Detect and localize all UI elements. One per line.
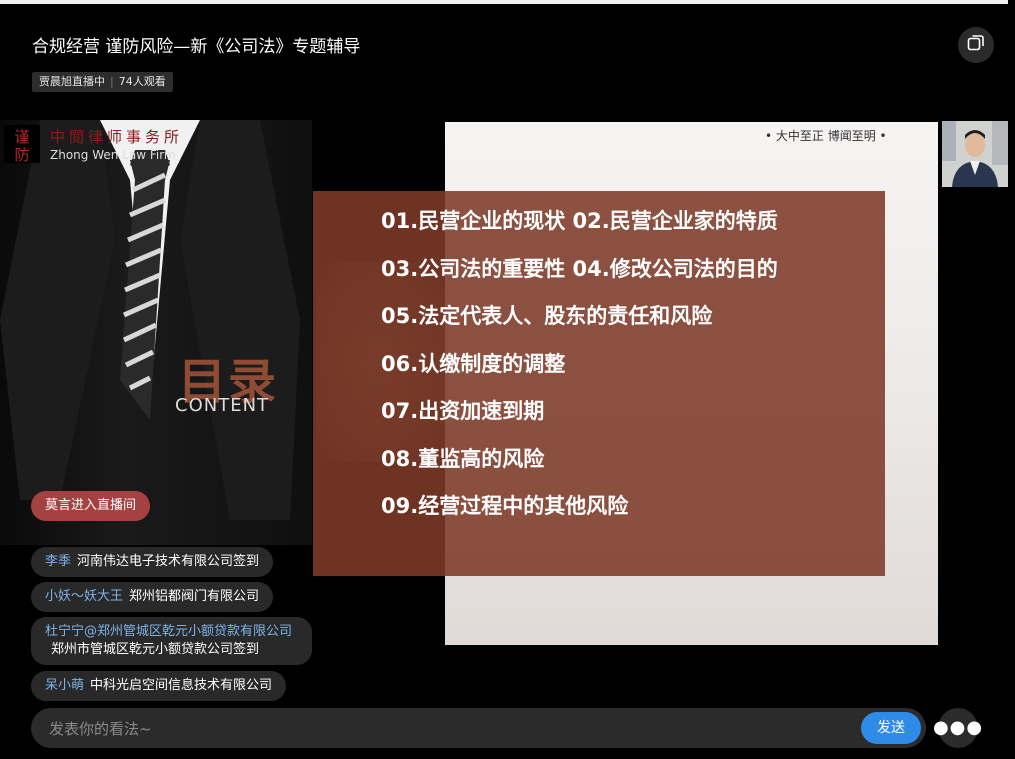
chat-username[interactable]: 呆小萌: [45, 678, 84, 693]
chat-username[interactable]: 李季: [45, 554, 71, 569]
chat-message: 杜宁宁@郑州管城区乾元小额贷款有限公司 郑州市管城区乾元小额贷款公司签到: [31, 617, 313, 665]
comment-bar: 发送: [31, 708, 926, 750]
slide-left-panel: 谨 防 中閲律师事务所 Zhong Wen Law Firm 目录 CONTEN…: [0, 120, 312, 545]
table-of-contents: 01.民营企业的现状 02.民营企业家的特质 03.公司法的重要性 04.修改公…: [313, 191, 885, 576]
chat-message: 小妖～妖大王 郑州铝都阀门有限公司: [31, 582, 274, 612]
enter-room-notice: 莫言进入直播间: [31, 491, 151, 521]
chat-text: 郑州铝都阀门有限公司: [129, 589, 260, 604]
badge-separator: |: [110, 75, 114, 88]
more-dots-icon: ●●●: [932, 717, 984, 738]
law-firm-logo: 谨 防: [4, 125, 40, 164]
toc-item: 06.认缴制度的调整: [381, 352, 566, 376]
comment-input[interactable]: [47, 708, 851, 750]
slide-slogan: • 大中至正 博闻至明 •: [765, 129, 887, 143]
picture-in-picture-button[interactable]: [958, 27, 994, 63]
picture-in-picture-icon: [967, 34, 985, 56]
toc-item: 08.董监高的风险: [381, 447, 545, 471]
viewer-count: 74人观看: [118, 75, 166, 88]
chat-message: 李季 河南伟达电子技术有限公司签到: [31, 547, 274, 577]
more-options-button[interactable]: ●●●: [933, 708, 982, 748]
chat-text: 河南伟达电子技术有限公司签到: [77, 554, 260, 569]
chat-username[interactable]: 小妖～妖大王: [45, 589, 123, 604]
svg-text:谨: 谨: [14, 128, 29, 146]
suit-illustration: [0, 120, 300, 520]
right-edge: [1008, 0, 1015, 759]
chat-message: 呆小萌 中科光启空间信息技术有限公司: [31, 671, 287, 701]
top-strip: [0, 0, 1008, 4]
toc-item: 03.公司法的重要性 04.修改公司法的目的: [381, 257, 778, 281]
teacher-camera-feed[interactable]: [942, 121, 1008, 187]
law-firm-english: Zhong Wen Law Firm: [50, 148, 176, 162]
toc-item: 05.法定代表人、股东的责任和风险: [381, 304, 713, 328]
host-status: 贾晨旭直播中: [39, 75, 105, 88]
toc-item: 01.民营企业的现状 02.民营企业家的特质: [381, 209, 778, 233]
slide-content-word: CONTENT: [175, 395, 270, 416]
chat-text: 中科光启空间信息技术有限公司: [90, 678, 273, 693]
toc-item: 09.经营过程中的其他风险: [381, 494, 629, 518]
chat-username[interactable]: 杜宁宁@郑州管城区乾元小额贷款有限公司: [45, 624, 292, 639]
svg-text:防: 防: [14, 146, 29, 163]
stream-title: 合规经营 谨防风险—新《公司法》专题辅导: [32, 37, 361, 57]
send-button[interactable]: 发送: [861, 712, 921, 744]
toc-item: 07.出资加速到期: [381, 399, 545, 423]
chat-text: 郑州市管城区乾元小额贷款公司签到: [51, 642, 260, 657]
law-firm-name: 中閲律师事务所: [50, 128, 184, 146]
live-status-badge: 贾晨旭直播中 | 74人观看: [32, 72, 173, 92]
